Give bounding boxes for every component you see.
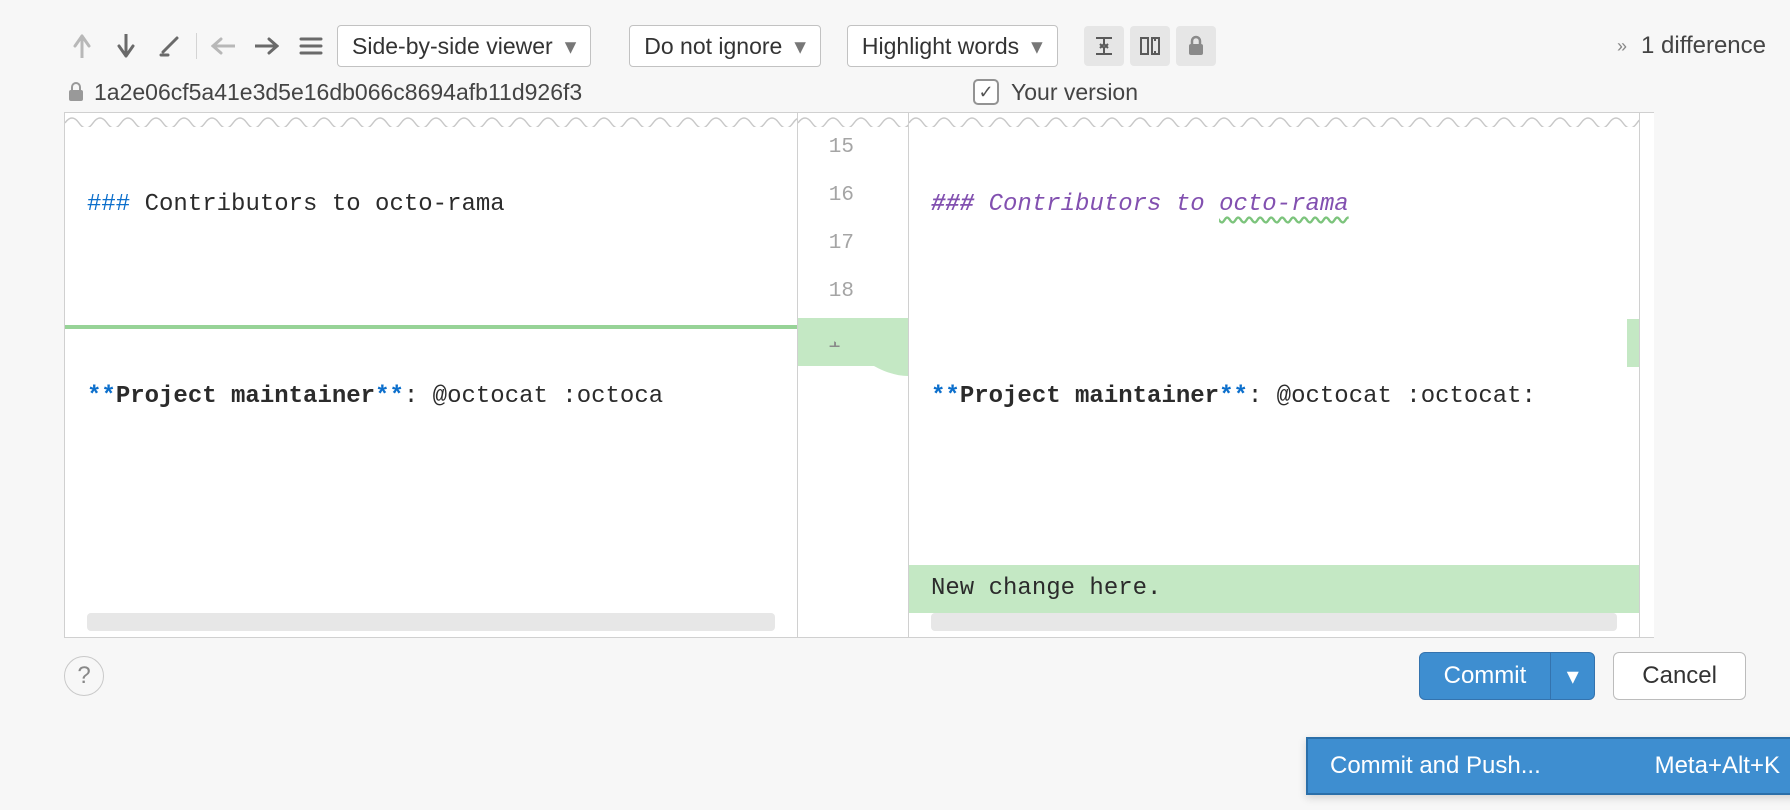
added-gutter-row: 19 bbox=[798, 318, 908, 366]
code-line: ### Contributors to octo-rama bbox=[87, 181, 775, 229]
horizontal-scrollbar[interactable] bbox=[931, 613, 1617, 631]
code-line bbox=[931, 277, 1617, 325]
viewer-mode-label: Side-by-side viewer bbox=[352, 33, 553, 60]
lock-icon bbox=[68, 82, 84, 102]
include-hunk-checkbox[interactable] bbox=[863, 329, 889, 355]
code-line: **Project maintainer**: @octocat :octoca bbox=[87, 373, 775, 421]
fold-indicator-icon bbox=[65, 113, 797, 127]
line-number: 15 bbox=[829, 136, 854, 159]
subheader: 1a2e06cf5a41e3d5e16db066c8694afb11d926f3… bbox=[24, 72, 1766, 112]
back-button[interactable] bbox=[205, 28, 241, 64]
diff-panels: ### Contributors to octo-rama **Project … bbox=[24, 112, 1766, 638]
insertion-marker bbox=[65, 325, 797, 329]
diff-toolbar: Side-by-side viewer ▾ Do not ignore ▾ Hi… bbox=[24, 20, 1766, 72]
commit-hash-label: 1a2e06cf5a41e3d5e16db066c8694afb11d926f3 bbox=[94, 79, 582, 106]
right-panel[interactable]: ### Contributors to octo-rama **Project … bbox=[908, 112, 1640, 638]
prev-diff-button[interactable] bbox=[64, 28, 100, 64]
line-number: 16 bbox=[829, 184, 854, 207]
diff-count-label: 1 difference bbox=[1641, 32, 1766, 60]
line-number: 17 bbox=[829, 232, 854, 255]
right-stripe bbox=[1640, 112, 1654, 638]
chevron-down-icon: ▾ bbox=[794, 33, 806, 60]
footer: ? Commit ▾ Cancel bbox=[24, 638, 1766, 714]
viewer-mode-dropdown[interactable]: Side-by-side viewer ▾ bbox=[337, 25, 591, 67]
line-number: 18 bbox=[829, 280, 854, 303]
horizontal-scrollbar[interactable] bbox=[87, 613, 775, 631]
overflow-icon[interactable]: » bbox=[1617, 36, 1623, 57]
highlight-mode-dropdown[interactable]: Highlight words ▾ bbox=[847, 25, 1058, 67]
overview-ruler[interactable] bbox=[1627, 113, 1640, 637]
help-button[interactable]: ? bbox=[64, 656, 104, 696]
commit-menu-item[interactable]: Commit and Push... Meta+Alt+K bbox=[1306, 737, 1790, 795]
code-line bbox=[87, 277, 775, 325]
sync-scroll-button[interactable] bbox=[1130, 26, 1170, 66]
list-button[interactable] bbox=[293, 28, 329, 64]
separator-icon bbox=[196, 33, 197, 59]
lock-button[interactable] bbox=[1176, 26, 1216, 66]
fold-indicator-icon bbox=[909, 113, 1639, 127]
left-panel[interactable]: ### Contributors to octo-rama **Project … bbox=[64, 112, 798, 638]
chevron-down-icon: ▾ bbox=[1031, 33, 1043, 60]
ignore-mode-dropdown[interactable]: Do not ignore ▾ bbox=[629, 25, 821, 67]
overview-mark bbox=[1627, 319, 1640, 367]
cancel-button-label: Cancel bbox=[1642, 662, 1717, 690]
fold-indicator-icon bbox=[798, 113, 908, 127]
line-gutter: 15 16 17 18 19 bbox=[798, 112, 908, 638]
next-diff-button[interactable] bbox=[108, 28, 144, 64]
cancel-button[interactable]: Cancel bbox=[1613, 652, 1746, 700]
commit-and-push-label: Commit and Push... bbox=[1330, 752, 1541, 780]
line-number: 19 bbox=[828, 331, 853, 354]
right-code: ### Contributors to octo-rama **Project … bbox=[909, 127, 1639, 638]
left-code: ### Contributors to octo-rama **Project … bbox=[65, 127, 797, 517]
commit-split-button[interactable]: Commit ▾ bbox=[1419, 652, 1596, 700]
code-line: **Project maintainer**: @octocat :octoca… bbox=[931, 373, 1617, 421]
collapse-unchanged-button[interactable] bbox=[1084, 26, 1124, 66]
include-file-checkbox[interactable] bbox=[973, 79, 999, 105]
shortcut-label: Meta+Alt+K bbox=[1655, 752, 1780, 780]
your-version-label: Your version bbox=[1011, 79, 1138, 106]
commit-button-label: Commit bbox=[1420, 662, 1551, 690]
ignore-mode-label: Do not ignore bbox=[644, 33, 782, 60]
code-line bbox=[931, 469, 1617, 517]
commit-dropdown-toggle[interactable]: ▾ bbox=[1550, 653, 1594, 699]
code-line: ### Contributors to octo-rama bbox=[931, 181, 1617, 229]
edit-button[interactable] bbox=[152, 28, 188, 64]
added-line: New change here. bbox=[909, 565, 1639, 613]
forward-button[interactable] bbox=[249, 28, 285, 64]
chevron-down-icon: ▾ bbox=[565, 33, 577, 60]
toggle-group bbox=[1084, 26, 1216, 66]
highlight-mode-label: Highlight words bbox=[862, 33, 1019, 60]
